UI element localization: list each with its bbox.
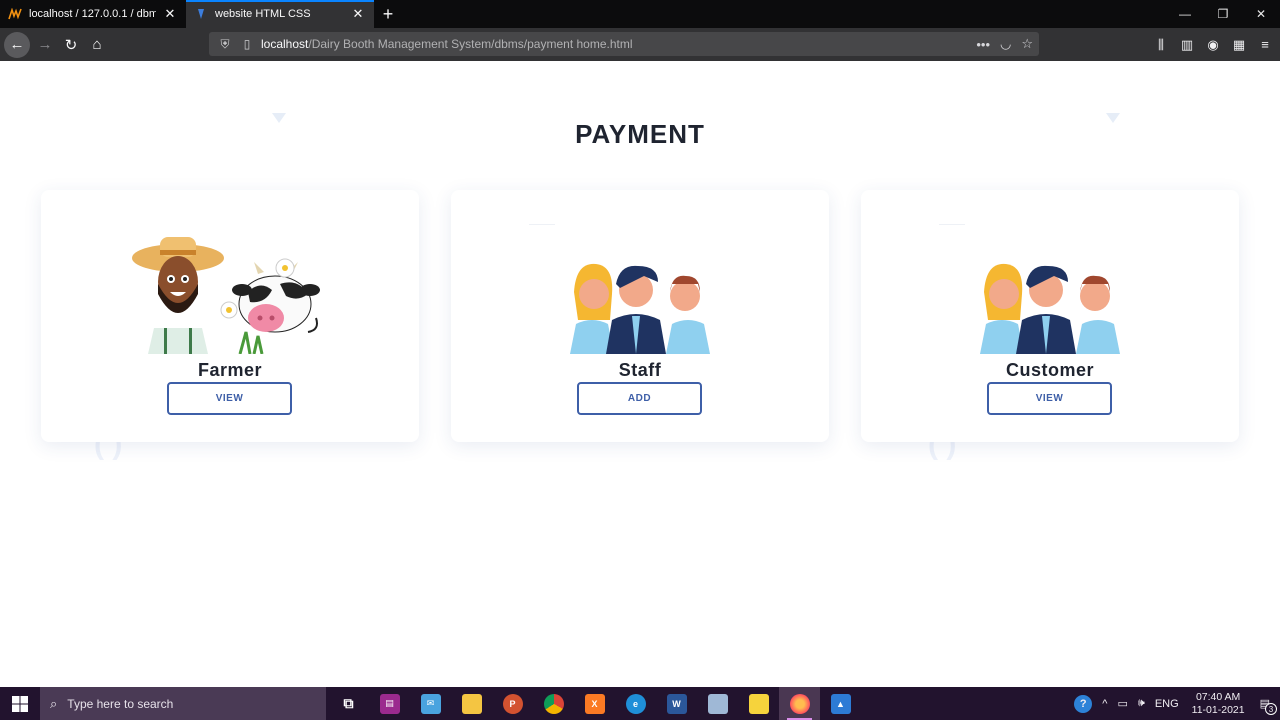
tab-title: localhost / 127.0.0.1 / dbms | p xyxy=(29,8,156,20)
clock-date: 11-01-2021 xyxy=(1191,703,1245,716)
notification-center-icon[interactable]: ▤ 3 xyxy=(1260,697,1277,715)
home-icon[interactable]: ⌂ xyxy=(84,32,110,58)
help-icon[interactable]: ? xyxy=(1074,694,1093,713)
word-icon[interactable]: W xyxy=(656,687,697,720)
app-icon-notepad[interactable] xyxy=(697,687,738,720)
window-controls: — ❐ ✕ xyxy=(1166,0,1280,28)
volume-icon[interactable]: 🕪 xyxy=(1138,697,1145,710)
xampp-icon[interactable]: X xyxy=(574,687,615,720)
page-actions-icon[interactable]: ••• xyxy=(976,37,990,52)
farmer-view-button[interactable]: VIEW xyxy=(167,382,292,415)
card-title: Farmer xyxy=(197,360,263,380)
account-icon[interactable]: ◉ xyxy=(1204,37,1222,53)
windows-taskbar: ⌕ Type here to search ⧉ ▤ ✉ P X e W ▲ ? … xyxy=(0,687,1280,720)
customer-view-button[interactable]: VIEW xyxy=(987,382,1112,415)
task-view-icon[interactable]: ⧉ xyxy=(328,687,369,720)
sticky-notes-icon[interactable] xyxy=(738,687,779,720)
app-icon-notes[interactable]: ▤ xyxy=(369,687,410,720)
edge-icon[interactable]: e xyxy=(615,687,656,720)
library-icon[interactable]: ⫼ xyxy=(1152,37,1170,53)
firefox-icon[interactable] xyxy=(779,687,820,720)
clock[interactable]: 07:40 AM 11-01-2021 xyxy=(1192,691,1245,717)
chrome-icon[interactable] xyxy=(533,687,574,720)
powerpoint-icon[interactable]: P xyxy=(492,687,533,720)
search-icon: ⌕ xyxy=(50,695,58,711)
taskbar-search-input[interactable]: ⌕ Type here to search xyxy=(40,687,326,720)
tab-title: website HTML CSS xyxy=(215,8,311,20)
staff-add-button[interactable]: ADD xyxy=(577,382,702,415)
staff-group-illustration xyxy=(540,232,740,354)
close-tab-icon[interactable]: ✕ xyxy=(162,6,178,22)
minimize-icon[interactable]: — xyxy=(1166,0,1204,28)
decorative-line xyxy=(939,224,965,225)
reload-icon[interactable]: ↻ xyxy=(58,32,84,58)
page-title: PAYMENT xyxy=(575,119,705,149)
tab-phpmyadmin[interactable]: localhost / 127.0.0.1 / dbms | p ✕ xyxy=(0,0,186,28)
farmer-card: Farmer VIEW xyxy=(41,190,419,442)
new-tab-icon[interactable]: + xyxy=(374,0,402,28)
url-path: /Dairy Booth Management System/dbms/paym… xyxy=(308,37,633,51)
notification-count: 3 xyxy=(1265,703,1277,715)
language-indicator[interactable]: ENG xyxy=(1155,698,1179,710)
page-content: PAYMENT ( ) ( ) Farmer VIEW Staff ADD Cu… xyxy=(0,61,1280,687)
tab-website[interactable]: website HTML CSS ✕ xyxy=(186,0,374,28)
back-icon[interactable]: ← xyxy=(4,31,30,58)
clock-time: 07:40 AM xyxy=(1195,690,1241,703)
address-bar[interactable]: ⛨ ▯ localhost /Dairy Booth Management Sy… xyxy=(209,32,1039,56)
url-host: localhost xyxy=(261,37,309,51)
tracking-shield-icon[interactable]: ⛨ xyxy=(217,37,233,52)
page-favicon-icon xyxy=(194,7,208,21)
browser-toolbar: ← → ↻ ⌂ ⛨ ▯ localhost /Dairy Booth Manag… xyxy=(0,28,1280,61)
browser-tab-bar: localhost / 127.0.0.1 / dbms | p ✕ websi… xyxy=(0,0,1280,28)
card-title: Customer xyxy=(1005,360,1094,380)
page-info-icon[interactable]: ▯ xyxy=(239,37,255,51)
close-tab-icon[interactable]: ✕ xyxy=(350,6,366,22)
farmer-cow-illustration xyxy=(130,232,330,354)
forward-icon[interactable]: → xyxy=(32,32,58,58)
file-explorer-icon[interactable] xyxy=(451,687,492,720)
network-icon[interactable]: ▭ xyxy=(1117,697,1127,710)
decorative-line xyxy=(529,224,555,225)
chevron-up-icon[interactable]: ^ xyxy=(1102,698,1107,710)
photos-icon[interactable]: ▲ xyxy=(820,687,861,720)
pocket-icon[interactable]: ◡ xyxy=(1000,36,1011,52)
customer-card: Customer VIEW xyxy=(861,190,1239,442)
phpmyadmin-icon xyxy=(8,7,22,21)
customer-group-illustration xyxy=(950,232,1150,354)
sidebar-icon[interactable]: ▥ xyxy=(1178,37,1196,53)
system-tray: ? ^ ▭ 🕪 ENG 07:40 AM 11-01-2021 ▤ 3 xyxy=(1069,687,1280,720)
card-title: Staff xyxy=(618,360,662,380)
extensions-icon[interactable]: ▦ xyxy=(1230,37,1248,53)
app-icon-mail[interactable]: ✉ xyxy=(410,687,451,720)
restore-icon[interactable]: ❐ xyxy=(1204,0,1242,28)
bookmark-star-icon[interactable]: ☆ xyxy=(1021,36,1033,52)
staff-card: Staff ADD xyxy=(451,190,829,442)
menu-icon[interactable]: ≡ xyxy=(1256,37,1274,52)
windows-start-icon[interactable] xyxy=(0,687,40,720)
search-placeholder: Type here to search xyxy=(67,696,174,711)
close-window-icon[interactable]: ✕ xyxy=(1242,0,1280,28)
